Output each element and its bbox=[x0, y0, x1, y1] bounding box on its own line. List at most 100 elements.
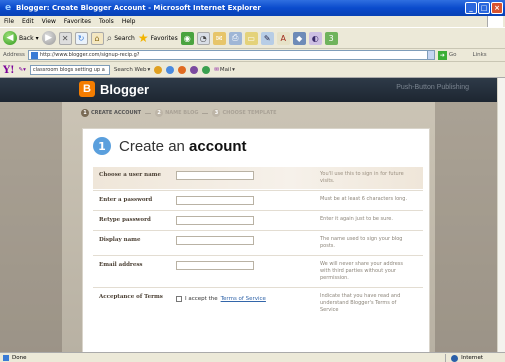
address-label: Address bbox=[3, 52, 25, 58]
blogger-b-icon: B bbox=[79, 81, 95, 97]
retype-password-label: Retype password bbox=[99, 217, 151, 223]
page-title: Create an account bbox=[119, 137, 247, 155]
forward-button[interactable]: ▶ bbox=[41, 31, 56, 45]
stop-icon[interactable]: ✕ bbox=[58, 31, 72, 45]
mail-icon[interactable]: ✉ bbox=[212, 31, 226, 45]
go-label: Go bbox=[448, 52, 457, 58]
menu-help[interactable]: Help bbox=[122, 18, 136, 25]
go-arrow-icon: ➜ bbox=[437, 50, 447, 60]
minimize-button[interactable]: _ bbox=[465, 2, 477, 14]
form-row-retype-password: Retype password Enter it again just to b… bbox=[93, 212, 423, 229]
menu-view[interactable]: View bbox=[42, 18, 56, 25]
step-number-badge: 1 bbox=[93, 137, 111, 155]
terms-checkbox[interactable] bbox=[176, 296, 182, 302]
print-icon[interactable]: ⎙ bbox=[228, 31, 242, 45]
title-bar: e Blogger: Create Blogger Account - Micr… bbox=[0, 0, 505, 16]
retype-password-hint: Enter it again just to be sure. bbox=[320, 216, 393, 222]
messenger-icon[interactable]: A bbox=[276, 31, 290, 45]
form-row-email: Email address We will never share your a… bbox=[93, 257, 423, 286]
blogger-body: 1 CREATE ACCOUNT 2 NAME BLOG 3 CHOOSE TE… bbox=[0, 102, 505, 352]
username-input[interactable] bbox=[176, 171, 254, 180]
internet-globe-icon bbox=[451, 354, 459, 362]
yahoo-search-input[interactable]: classroom blogs setting up a bbox=[29, 65, 110, 75]
ie-logo-icon: e bbox=[4, 3, 12, 13]
blogger-logo[interactable]: B Blogger bbox=[79, 81, 149, 97]
zone-label: Internet bbox=[461, 355, 483, 361]
favorites-button[interactable]: ★ Favorites bbox=[138, 31, 178, 45]
mail-label: Mail bbox=[219, 67, 232, 73]
favorites-label: Favorites bbox=[150, 34, 178, 42]
search-button[interactable]: ⌕ Search bbox=[107, 33, 135, 44]
yahoo-pencil-icon[interactable]: ✎▾ bbox=[19, 67, 26, 73]
yahoo-logo-icon[interactable]: Y! bbox=[3, 65, 15, 76]
password-input[interactable] bbox=[176, 196, 254, 205]
answers-icon[interactable] bbox=[178, 66, 187, 74]
retype-password-input[interactable] bbox=[176, 216, 254, 225]
mail-button[interactable]: ✉ Mail ▾ bbox=[214, 67, 235, 73]
yahoo-search-text: classroom blogs setting up a bbox=[32, 67, 105, 73]
close-button[interactable]: × bbox=[491, 2, 503, 14]
form-row-terms: Acceptance of Terms I accept the Terms o… bbox=[93, 289, 423, 318]
vertical-scrollbar[interactable] bbox=[497, 78, 505, 352]
bookmarks-icon[interactable] bbox=[166, 66, 175, 74]
back-button[interactable]: ◀ Back ▾ bbox=[3, 31, 39, 45]
address-url: http://www.blogger.com/signup-recip.g? bbox=[39, 52, 140, 58]
password-label: Enter a password bbox=[99, 197, 153, 203]
blogger-logo-text: Blogger bbox=[100, 81, 150, 97]
address-input[interactable]: http://www.blogger.com/signup-recip.g? bbox=[27, 50, 428, 60]
windows-logo-icon bbox=[487, 16, 503, 27]
window-controls: _ □ × bbox=[465, 2, 503, 14]
search-icon: ⌕ bbox=[106, 32, 113, 44]
form-row-username: Choose a user name You'll use this to si… bbox=[93, 167, 423, 189]
page-viewport: B Blogger Push-Button Publishing 1 CREAT… bbox=[0, 78, 505, 352]
menu-tools[interactable]: Tools bbox=[99, 18, 114, 25]
folder-icon[interactable]: ▭ bbox=[244, 31, 258, 45]
status-text: Done bbox=[12, 354, 27, 361]
terms-checkbox-group: I accept the Terms of Service bbox=[176, 293, 316, 302]
display-name-hint: The name used to sign your blog posts. bbox=[320, 236, 403, 249]
menu-edit[interactable]: Edit bbox=[22, 18, 34, 25]
search-web-button[interactable]: Search Web ▾ bbox=[114, 67, 150, 73]
favorites-star-icon: ★ bbox=[137, 31, 149, 45]
step-choose-template: 3 CHOOSE TEMPLATE bbox=[212, 109, 277, 117]
messenger-y-icon[interactable] bbox=[190, 66, 199, 74]
signup-form: Choose a user name You'll use this to si… bbox=[93, 167, 423, 318]
address-dropdown-button[interactable] bbox=[426, 50, 435, 60]
links-button[interactable]: Links bbox=[473, 52, 487, 58]
yahoo-toolbar: Y! ✎▾ classroom blogs setting up a Searc… bbox=[0, 63, 505, 78]
username-label: Choose a user name bbox=[99, 172, 161, 178]
games-icon[interactable] bbox=[202, 66, 211, 74]
edit-icon[interactable]: ✎ bbox=[260, 31, 274, 45]
refresh-icon[interactable]: ↻ bbox=[74, 31, 88, 45]
form-row-password: Enter a password Must be at least 6 char… bbox=[93, 192, 423, 209]
menu-favorites[interactable]: Favorites bbox=[64, 18, 91, 25]
research-icon[interactable]: ◐ bbox=[308, 31, 322, 45]
card-heading: 1 Create an account bbox=[93, 137, 247, 155]
forward-arrow-icon: ▶ bbox=[41, 31, 56, 45]
status-bar: Done Internet bbox=[0, 352, 505, 362]
display-name-input[interactable] bbox=[176, 236, 254, 245]
email-hint: We will never share your address with th… bbox=[320, 261, 404, 281]
highlight-icon[interactable] bbox=[154, 66, 163, 74]
go-button[interactable]: ➜ Go bbox=[437, 50, 457, 60]
maximize-button[interactable]: □ bbox=[478, 2, 490, 14]
terms-of-service-link[interactable]: Terms of Service bbox=[221, 296, 266, 302]
create-account-card: 1 Create an account Choose a user name Y… bbox=[82, 128, 430, 352]
discuss-icon[interactable]: ◆ bbox=[292, 31, 306, 45]
menu-file[interactable]: File bbox=[4, 18, 14, 25]
history-icon[interactable]: ◔ bbox=[196, 31, 210, 45]
media-icon[interactable]: ◉ bbox=[180, 31, 194, 45]
signup-steps: 1 CREATE ACCOUNT 2 NAME BLOG 3 CHOOSE TE… bbox=[81, 109, 277, 117]
page-icon bbox=[30, 51, 38, 59]
terms-prefix: I accept the bbox=[185, 296, 218, 302]
browser-window: e Blogger: Create Blogger Account - Micr… bbox=[0, 0, 505, 362]
display-name-label: Display name bbox=[99, 237, 141, 243]
step-name-blog: 2 NAME BLOG bbox=[155, 109, 198, 117]
home-icon[interactable]: ⌂ bbox=[90, 31, 104, 45]
email-input[interactable] bbox=[176, 261, 254, 270]
standard-toolbar: ◀ Back ▾ ▶ ✕ ↻ ⌂ ⌕ Search ★ Favorites ◉ … bbox=[0, 27, 505, 49]
menu-bar: File Edit View Favorites Tools Help bbox=[0, 16, 505, 27]
extra-tool-icon[interactable]: 3 bbox=[324, 31, 338, 45]
search-web-label: Search Web bbox=[113, 67, 147, 73]
email-label: Email address bbox=[99, 262, 143, 268]
